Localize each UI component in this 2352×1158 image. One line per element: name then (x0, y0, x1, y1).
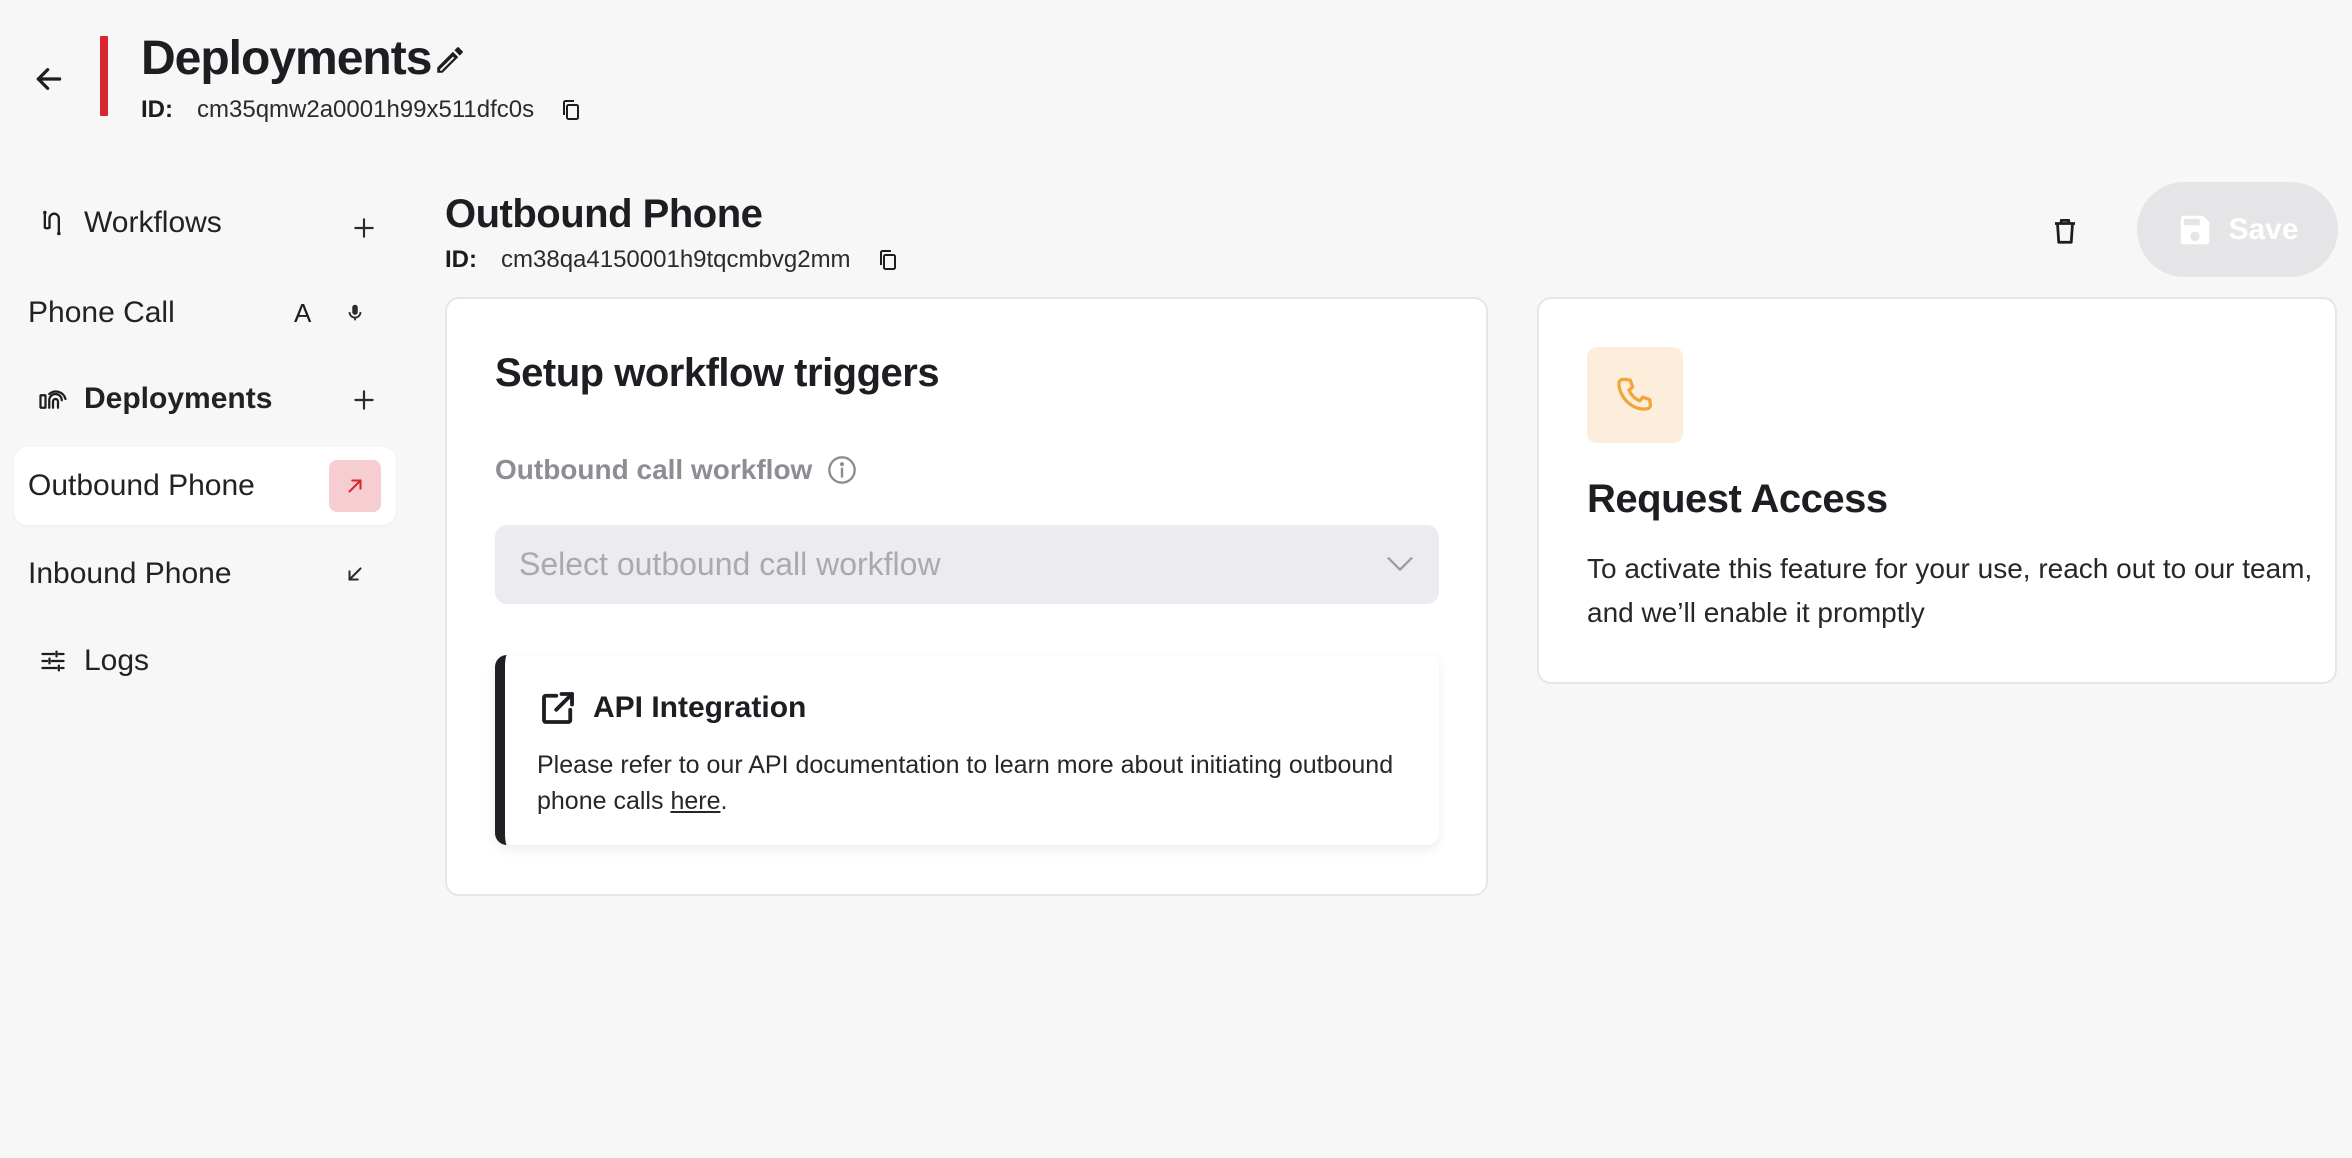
inbound-badge (329, 548, 381, 600)
request-access-heading: Request Access (1587, 477, 1888, 521)
add-deployment-button[interactable] (344, 380, 384, 420)
page-title: Deployments (141, 32, 432, 85)
deployment-id-row: ID: cm35qmw2a0001h99x511dfc0s (141, 93, 588, 127)
save-button[interactable]: Save (2137, 182, 2338, 277)
sidebar-logs-label: Logs (84, 644, 150, 677)
api-integration-text: Please refer to our API documentation to… (537, 747, 1437, 819)
sidebar-item-label: Outbound Phone (28, 469, 255, 502)
id-label: ID: (141, 96, 173, 123)
arrow-left-icon (36, 68, 62, 90)
id-label: ID: (445, 246, 477, 273)
workflow-icon (36, 206, 70, 240)
pencil-icon (437, 47, 463, 73)
field-label-text: Outbound call workflow (495, 454, 813, 485)
copy-icon (563, 100, 580, 120)
copy-icon (879, 250, 896, 270)
sidebar-workflows[interactable]: Workflows (36, 206, 222, 240)
select-placeholder: Select outbound call workflow (519, 546, 941, 582)
edit-title-button[interactable] (428, 38, 472, 82)
chevron-down-icon (1387, 557, 1413, 571)
copy-deployment-id-button[interactable] (554, 93, 588, 127)
back-button[interactable] (26, 56, 72, 102)
outbound-badge (329, 460, 381, 512)
sidebar-deployments-label: Deployments (84, 382, 273, 415)
microphone-icon (344, 300, 366, 326)
floppy-disk-icon (2181, 215, 2210, 244)
request-access-text: To activate this feature for your use, r… (1587, 553, 2313, 628)
outbound-workflow-select[interactable]: Select outbound call workflow (495, 525, 1439, 604)
workflow-triggers-card: Setup workflow triggers Outbound call wo… (445, 297, 1488, 896)
external-link-icon (542, 692, 574, 724)
workflow-type-badge: A (294, 298, 312, 328)
api-text-body: Please refer to our API documentation to… (537, 751, 1394, 815)
sidebar-item-label: Phone Call (28, 296, 175, 329)
sidebar-logs[interactable]: Logs (36, 644, 149, 678)
plus-icon (354, 218, 374, 238)
triggers-heading: Setup workflow triggers (495, 351, 940, 395)
phone-icon (1617, 377, 1653, 411)
request-access-card: Request Access To activate this feature … (1537, 297, 2337, 684)
arrow-down-left-icon (348, 567, 362, 581)
api-integration-callout: API Integration Please refer to our API … (495, 655, 1439, 845)
plus-icon (354, 390, 374, 410)
outbound-id-row: ID: cm38qa4150001h9tqcmbvg2mm (445, 243, 905, 277)
api-docs-link[interactable]: here (670, 787, 720, 815)
title-accent-bar (100, 36, 108, 116)
info-icon[interactable] (826, 454, 858, 486)
deployment-id-value: cm35qmw2a0001h99x511dfc0s (197, 96, 535, 123)
api-title-text: API Integration (593, 691, 807, 724)
copy-outbound-id-button[interactable] (871, 243, 905, 277)
add-workflow-button[interactable] (344, 208, 384, 248)
api-integration-title: API Integration (537, 687, 806, 729)
deployments-icon (36, 382, 70, 416)
save-label: Save (2228, 212, 2299, 246)
sidebar-item-label: Inbound Phone (28, 557, 232, 590)
deployment-title: Outbound Phone (445, 192, 763, 236)
outbound-id-value: cm38qa4150001h9tqcmbvg2mm (501, 246, 851, 273)
phone-icon-tile (1587, 347, 1683, 443)
outbound-workflow-label: Outbound call workflow (495, 454, 858, 486)
sliders-icon (36, 644, 70, 678)
arrow-up-right-icon (348, 479, 362, 493)
sidebar-item-phone-call[interactable]: Phone Call (14, 274, 396, 352)
api-text-suffix: . (720, 787, 728, 815)
sidebar-workflows-label: Workflows (84, 206, 222, 239)
trash-icon (2055, 219, 2075, 244)
sidebar-deployments[interactable]: Deployments (36, 382, 272, 416)
delete-button[interactable] (2040, 206, 2090, 256)
